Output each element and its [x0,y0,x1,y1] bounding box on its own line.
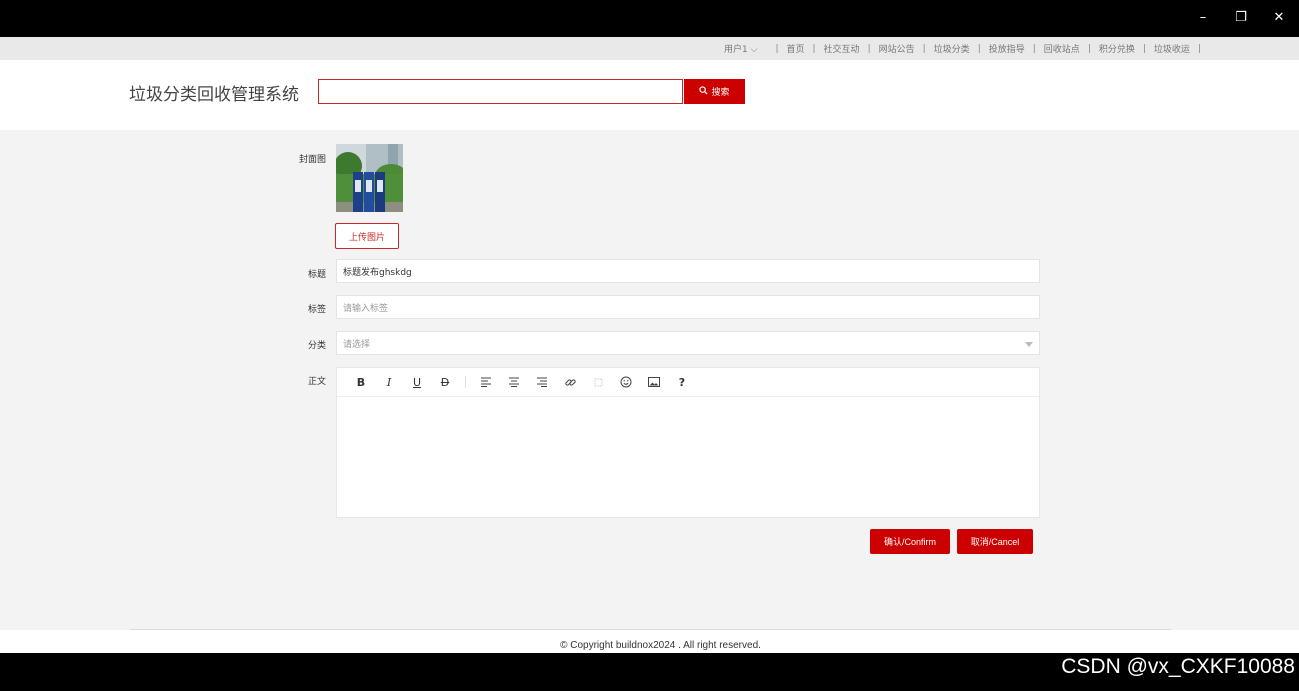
watermark-text: CSDN @vx_CXKF10088 [1061,655,1295,678]
cancel-button[interactable]: 取消/Cancel [957,529,1033,554]
chevron-down-icon [1025,342,1033,347]
editor-body[interactable] [337,397,1039,517]
user-menu[interactable]: 用户1 ⌵ [724,42,771,55]
category-label: 分类 [307,341,326,351]
nav-separator: | [1142,43,1146,54]
align-center-icon[interactable] [500,368,528,396]
toolbar-divider [465,376,466,388]
site-header: 垃圾分类回收管理系统 搜索 [0,60,1299,130]
confirm-button[interactable]: 确认/Confirm [870,529,950,554]
category-select-value: 请选择 [343,339,371,350]
body-label: 正文 [307,377,326,387]
cover-image [336,144,403,212]
nav-separator: | [1197,43,1201,54]
help-icon[interactable]: ? [668,368,696,396]
tags-label: 标签 [307,305,326,315]
nav-item-classification[interactable]: 垃圾分类 [930,42,974,55]
restore-icon[interactable]: ❐ [1224,5,1258,31]
nav-item-announcements[interactable]: 网站公告 [875,42,919,55]
search-icon [699,86,708,97]
align-left-icon[interactable] [472,368,500,396]
nav-separator: | [812,43,816,54]
nav-separator: | [1087,43,1091,54]
nav-separator: | [922,43,926,54]
align-right-icon[interactable] [528,368,556,396]
unlink-icon[interactable] [584,368,612,396]
strikethrough-icon[interactable]: D [431,368,459,396]
user-name: 用户1 [724,45,748,55]
title-field[interactable]: 标题发布ghskdg [336,259,1040,283]
nav-item-recycle-sites[interactable]: 回收站点 [1040,42,1084,55]
title-label: 标题 [307,270,326,280]
emoji-icon[interactable] [612,368,640,396]
nav-item-guide[interactable]: 投放指导 [985,42,1029,55]
nav-item-social[interactable]: 社交互动 [819,42,864,62]
chevron-down-icon: ⌵ [750,45,758,55]
minimize-icon[interactable]: – [1186,5,1220,31]
image-icon[interactable] [640,368,668,396]
link-icon[interactable] [556,368,584,396]
nav-item-collection[interactable]: 垃圾收运 [1150,42,1194,55]
upload-image-button[interactable]: 上传图片 [335,223,399,249]
nav-item-points[interactable]: 积分兑换 [1095,42,1139,55]
search-input[interactable] [318,79,683,104]
window-titlebar: – ❐ ✕ [0,0,1299,37]
nav-separator: | [977,43,981,54]
top-nav: 用户1 ⌵ | 首页 | 社交互动 | 网站公告 | 垃圾分类 | 投放指导 |… [0,37,1299,62]
tags-field[interactable]: 请输入标签 [336,295,1040,319]
editor-toolbar: B I U D ? [337,368,1039,397]
close-icon[interactable]: ✕ [1262,5,1296,31]
site-title: 垃圾分类回收管理系统 [129,85,299,105]
copyright-text: © Copyright buildnox2024 . All right res… [560,640,761,651]
category-select[interactable]: 请选择 [336,331,1040,355]
nav-separator: | [1032,43,1036,54]
search-button[interactable]: 搜索 [684,79,745,104]
rich-text-editor: B I U D ? [336,367,1040,518]
nav-separator: | [867,43,871,54]
italic-icon[interactable]: I [375,368,403,396]
bold-icon[interactable]: B [347,368,375,396]
nav-item-home[interactable]: 首页 [782,42,808,55]
cover-label: 封面图 [298,155,326,165]
footer-divider [130,629,1171,630]
search-button-label: 搜索 [711,87,730,97]
underline-icon[interactable]: U [403,368,431,396]
nav-separator: | [775,43,779,54]
